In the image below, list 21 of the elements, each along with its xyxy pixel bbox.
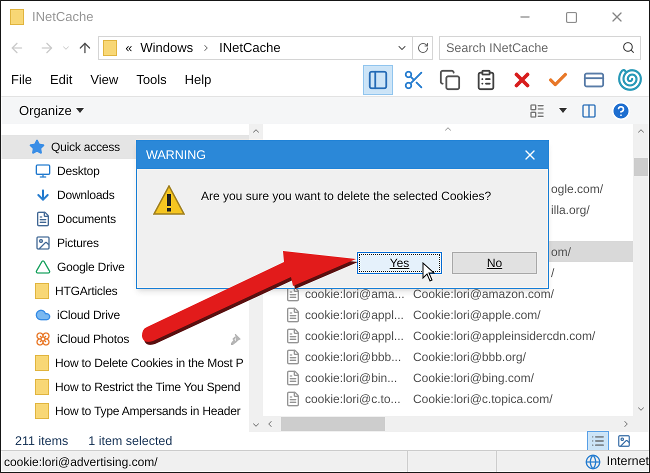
internet-address: Cookie:lori@c.topica.com/ xyxy=(413,390,553,408)
internet-address: Cookie:lori@bing.com/ xyxy=(413,370,534,386)
item-count: 211 items xyxy=(15,432,68,450)
internet-address: om/ xyxy=(551,244,572,260)
file-name: cookie:lori@appl... xyxy=(305,306,405,324)
file-name: cookie:lori@ama... xyxy=(305,286,406,302)
file-name: cookie:lori@c.to... xyxy=(305,390,402,408)
internet-address: Cookie:lori@apple.com/ xyxy=(413,306,541,324)
file-name: cookie:lori@bbb... xyxy=(305,348,402,366)
security-zone: Internet xyxy=(606,453,649,470)
status-url: cookie:lori@advertising.com/ xyxy=(3,454,159,470)
internet-address: illa.org/ xyxy=(551,202,590,218)
file-name: cookie:lori@bin... xyxy=(305,370,398,386)
internet-address: Cookie:lori@bbb.org/ xyxy=(413,348,526,366)
window-title: INetCache xyxy=(32,8,94,26)
internet-address: Cookie:lori@amazon.com/ xyxy=(413,286,554,302)
internet-address: / xyxy=(551,264,554,282)
dialog-message: Are you sure you want to delete the selected Cookies? xyxy=(201,188,492,205)
file-name: cookie:lori@appl... xyxy=(305,328,405,344)
selection-count: 1 item selected xyxy=(88,432,172,450)
internet-address: Cookie:lori@appleinsidercdn.com/ xyxy=(413,328,596,344)
